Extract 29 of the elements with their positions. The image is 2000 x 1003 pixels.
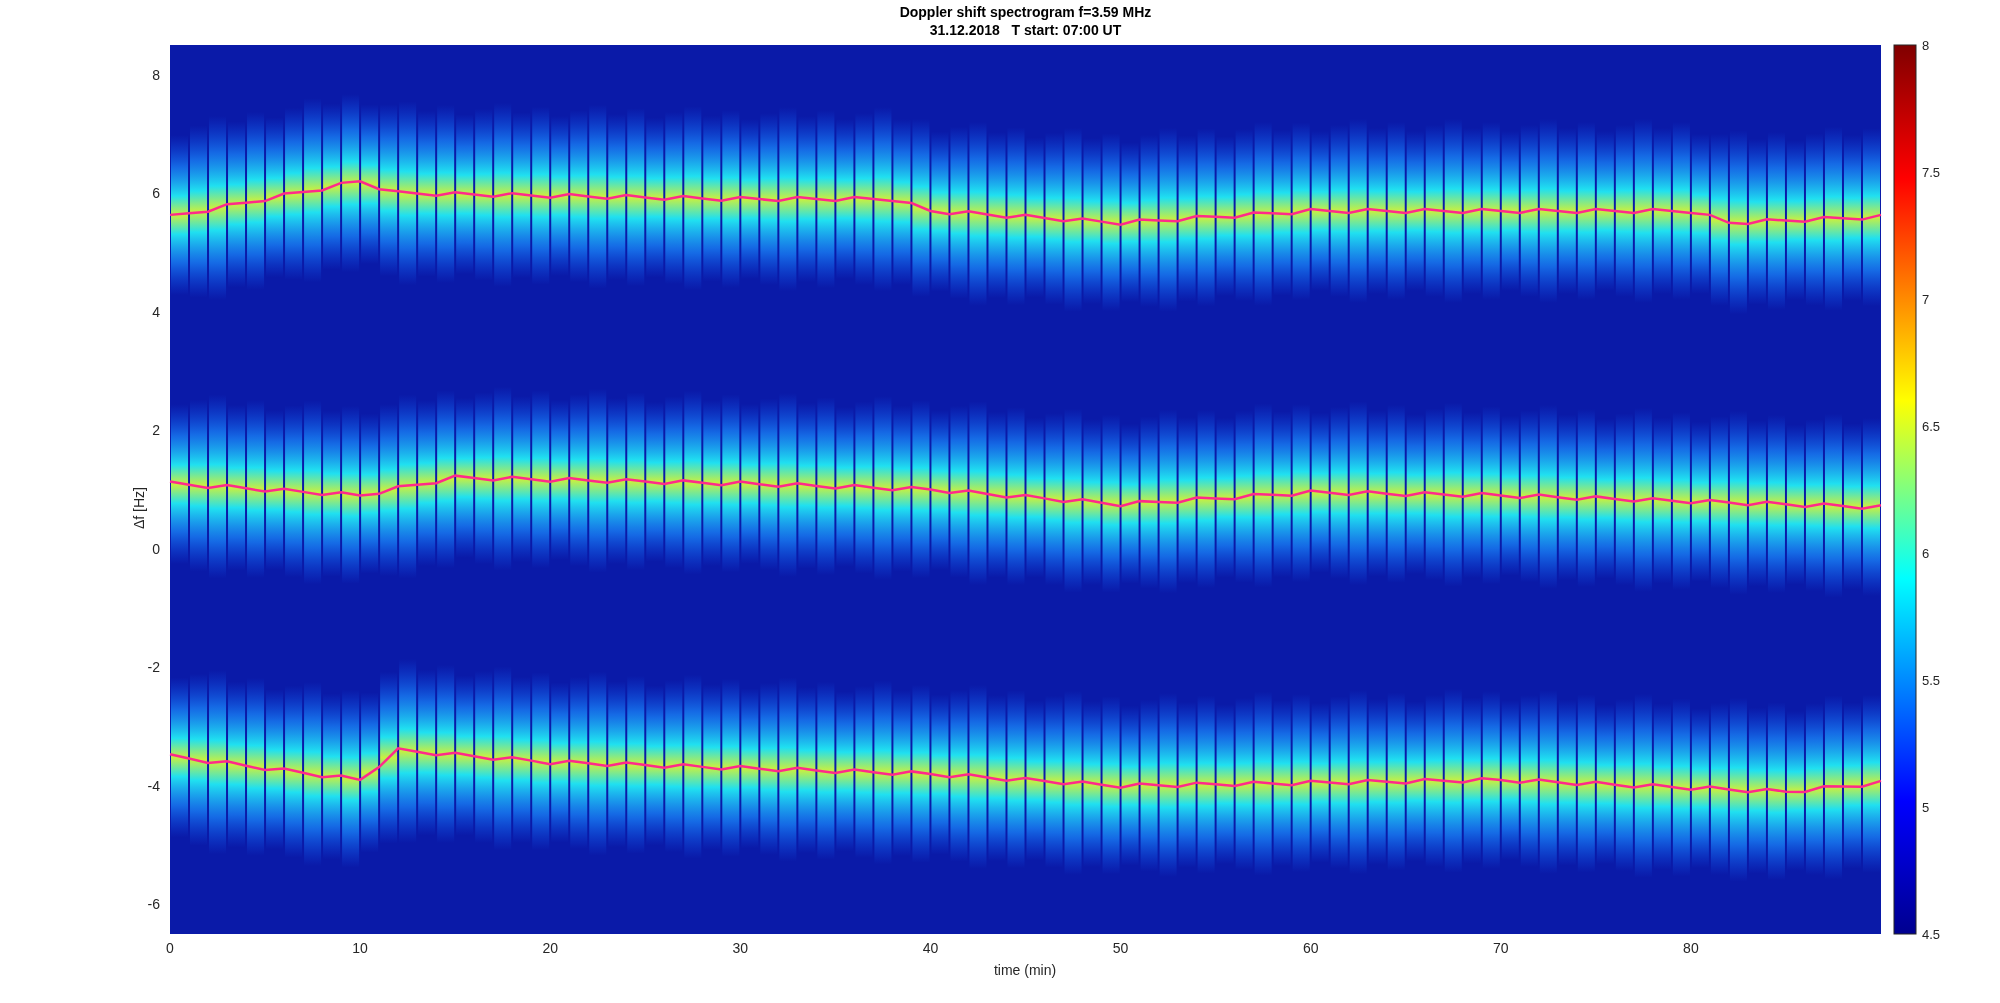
x-tick-label: 50 [1112, 940, 1129, 956]
colorbar-tick-label: 5.5 [1922, 673, 1941, 688]
y-tick-label: -6 [147, 896, 160, 913]
colorbar-tick-label: 7 [1922, 292, 1930, 307]
x-tick-label: 10 [352, 940, 368, 956]
colorbar-tick-label: 8 [1922, 38, 1930, 53]
x-tick-label: 0 [166, 940, 174, 956]
x-tick-label: 20 [542, 940, 558, 956]
x-tick-label: 70 [1493, 940, 1509, 956]
colorbar-tick-label: 5 [1922, 800, 1930, 815]
y-tick-label: -4 [147, 777, 160, 794]
y-tick-label: 4 [152, 303, 160, 320]
y-tick-label: 6 [152, 185, 160, 202]
x-tick-label: 30 [732, 940, 749, 956]
colorbar-tick-label: 6 [1922, 546, 1930, 561]
y-tick-label: 0 [152, 540, 160, 557]
x-tick-label: 40 [922, 940, 939, 956]
colorbar-tick-label: 6.5 [1922, 419, 1941, 434]
x-axis-label: time (min) [993, 962, 1057, 978]
colorbar-tick-label: 7.5 [1922, 165, 1941, 180]
plot-title: 31.12.2018 T start: 07:00 UT [929, 20, 1122, 39]
x-tick-label: 80 [1683, 940, 1699, 956]
plot-title: Doppler shift spectrogram f=3.59 MHz [899, 2, 1152, 21]
y-tick-label: 2 [152, 422, 160, 439]
y-tick-label: 8 [152, 66, 160, 83]
y-axis-label: Δf [Hz] [131, 487, 147, 529]
y-tick-label: -2 [147, 659, 160, 676]
colorbar-tick-label: 4.5 [1922, 927, 1941, 942]
x-tick-label: 60 [1302, 940, 1319, 956]
